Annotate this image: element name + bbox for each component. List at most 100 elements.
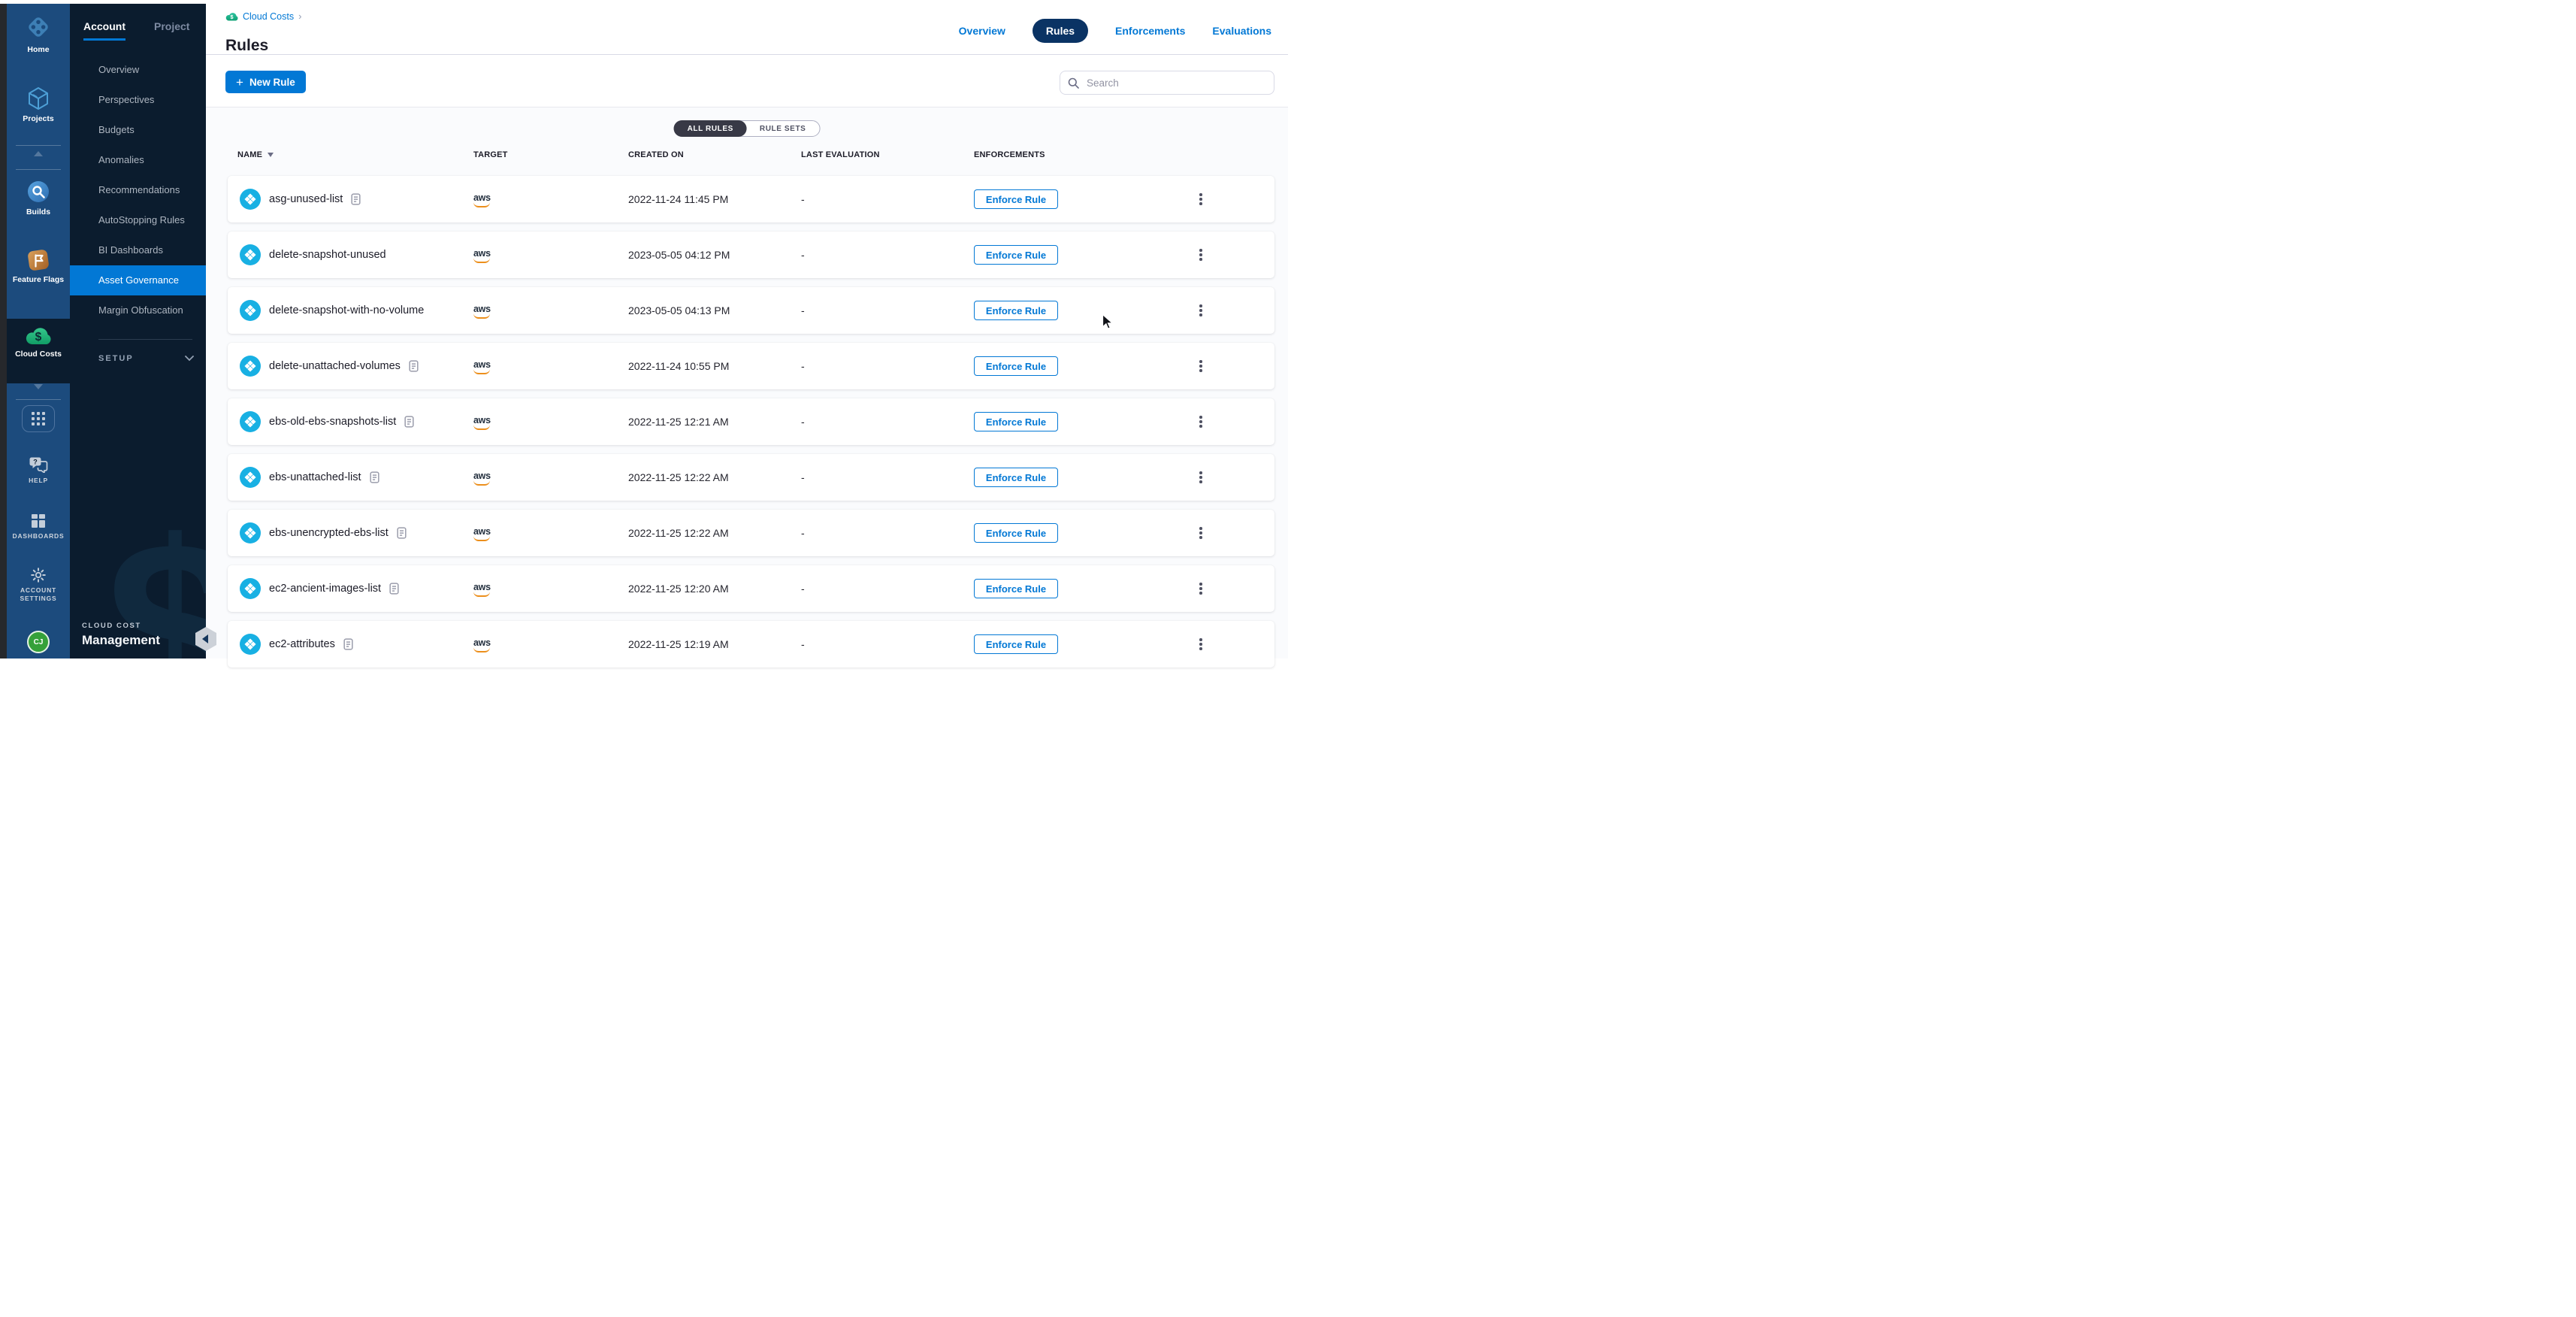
enforce-rule-button[interactable]: Enforce Rule bbox=[974, 579, 1058, 598]
table-row[interactable]: ec2-ancient-images-list aws 2022-11-25 1… bbox=[228, 565, 1274, 612]
rail-item-dashboards[interactable]: DASHBOARDS bbox=[7, 513, 70, 540]
created-on-value: 2022-11-25 12:22 AM bbox=[628, 471, 801, 483]
table-row[interactable]: delete-snapshot-with-no-volume aws 2023-… bbox=[228, 287, 1274, 334]
sidebar-item-bi-dashboards[interactable]: BI Dashboards bbox=[70, 235, 206, 265]
nav-link-enforcements[interactable]: Enforcements bbox=[1115, 25, 1185, 37]
rail-item-feature-flags[interactable]: Feature Flags bbox=[7, 249, 70, 284]
nav-link-overview[interactable]: Overview bbox=[959, 25, 1005, 37]
aws-logo-icon: aws bbox=[473, 304, 493, 319]
rule-notes-icon[interactable] bbox=[404, 416, 414, 428]
setup-label: SETUP bbox=[98, 354, 134, 363]
rule-notes-icon[interactable] bbox=[351, 193, 361, 205]
last-evaluation-value: - bbox=[801, 527, 974, 539]
rule-name: delete-snapshot-unused bbox=[269, 249, 386, 261]
sidebar-item-autostopping-rules[interactable]: AutoStopping Rules bbox=[70, 205, 206, 235]
enforce-rule-button[interactable]: Enforce Rule bbox=[974, 523, 1058, 543]
new-rule-label: New Rule bbox=[249, 77, 295, 88]
toggle-rule-sets[interactable]: RULE SETS bbox=[746, 121, 820, 136]
enforce-rule-button[interactable]: Enforce Rule bbox=[974, 301, 1058, 320]
row-menu-kebab[interactable] bbox=[1196, 359, 1206, 374]
tab-project[interactable]: Project bbox=[154, 20, 189, 41]
sidebar-item-setup[interactable]: SETUP bbox=[98, 348, 194, 369]
breadcrumb-cloud-costs-link[interactable]: Cloud Costs bbox=[243, 11, 294, 22]
nav-link-evaluations[interactable]: Evaluations bbox=[1212, 25, 1271, 37]
rail-item-label: Cloud Costs bbox=[15, 350, 62, 359]
grid-icon bbox=[32, 412, 45, 425]
nav-link-rules[interactable]: Rules bbox=[1033, 19, 1088, 43]
rail-item-help[interactable]: ? HELP bbox=[7, 456, 70, 485]
cloud-costs-icon: $ bbox=[25, 325, 52, 345]
table-row[interactable]: ec2-attributes aws 2022-11-25 12:19 AM -… bbox=[228, 621, 1274, 668]
rule-notes-icon[interactable] bbox=[343, 638, 353, 650]
row-menu-kebab[interactable] bbox=[1196, 303, 1206, 318]
tab-account[interactable]: Account bbox=[83, 20, 125, 41]
rule-notes-icon[interactable] bbox=[389, 583, 399, 595]
rail-item-projects[interactable]: Projects bbox=[7, 86, 70, 123]
created-on-value: 2022-11-25 12:20 AM bbox=[628, 583, 801, 595]
scope-tabs: Account Project bbox=[83, 20, 189, 41]
sort-caret-icon bbox=[268, 153, 274, 157]
sidebar-item-perspectives[interactable]: Perspectives bbox=[70, 85, 206, 115]
rule-notes-icon[interactable] bbox=[397, 527, 407, 539]
table-row[interactable]: ebs-unattached-list aws 2022-11-25 12:22… bbox=[228, 454, 1274, 501]
gear-icon bbox=[31, 568, 46, 583]
enforce-rule-button[interactable]: Enforce Rule bbox=[974, 245, 1058, 265]
column-header-name[interactable]: NAME bbox=[228, 150, 473, 159]
last-evaluation-value: - bbox=[801, 360, 974, 372]
enforce-rule-button[interactable]: Enforce Rule bbox=[974, 189, 1058, 209]
table-row[interactable]: asg-unused-list aws 2022-11-24 11:45 PM … bbox=[228, 176, 1274, 223]
sidebar-item-margin-obfuscation[interactable]: Margin Obfuscation bbox=[70, 295, 206, 325]
table-row[interactable]: delete-unattached-volumes aws 2022-11-24… bbox=[228, 343, 1274, 389]
rail-scroll-down[interactable] bbox=[7, 384, 70, 389]
row-menu-kebab[interactable] bbox=[1196, 637, 1206, 652]
ccm-menu: OverviewPerspectivesBudgetsAnomaliesReco… bbox=[70, 55, 206, 325]
row-menu-kebab[interactable] bbox=[1196, 470, 1206, 485]
search-input[interactable] bbox=[1085, 77, 1266, 89]
rail-scroll-up[interactable] bbox=[7, 151, 70, 156]
row-menu-kebab[interactable] bbox=[1196, 192, 1206, 207]
rule-notes-icon[interactable] bbox=[370, 471, 379, 483]
aws-logo-icon: aws bbox=[473, 527, 493, 541]
sidebar-item-asset-governance[interactable]: Asset Governance bbox=[70, 265, 206, 295]
column-header-last-evaluation: LAST EVALUATION bbox=[801, 150, 974, 159]
aws-logo-icon: aws bbox=[473, 416, 493, 430]
toggle-all-rules[interactable]: ALL RULES bbox=[674, 120, 747, 137]
table-row[interactable]: delete-snapshot-unused aws 2023-05-05 04… bbox=[228, 232, 1274, 278]
svg-text:?: ? bbox=[33, 459, 38, 466]
table-row[interactable]: ebs-old-ebs-snapshots-list aws 2022-11-2… bbox=[228, 398, 1274, 445]
last-evaluation-value: - bbox=[801, 583, 974, 595]
row-menu-kebab[interactable] bbox=[1196, 525, 1206, 540]
rail-item-account-settings[interactable]: ACCOUNT SETTINGS bbox=[7, 568, 70, 603]
enforce-rule-button[interactable]: Enforce Rule bbox=[974, 412, 1058, 431]
row-menu-kebab[interactable] bbox=[1196, 581, 1206, 596]
rule-icon bbox=[240, 634, 261, 655]
column-header-created-on: CREATED ON bbox=[628, 150, 801, 159]
row-menu-kebab[interactable] bbox=[1196, 414, 1206, 429]
breadcrumb-separator: › bbox=[298, 11, 301, 22]
enforce-rule-button[interactable]: Enforce Rule bbox=[974, 468, 1058, 487]
rule-notes-icon[interactable] bbox=[409, 360, 419, 372]
rail-item-builds[interactable]: Builds bbox=[7, 180, 70, 216]
last-evaluation-value: - bbox=[801, 471, 974, 483]
aws-logo-icon: aws bbox=[473, 193, 493, 207]
breadcrumb: $ Cloud Costs › bbox=[225, 11, 301, 22]
row-menu-kebab[interactable] bbox=[1196, 247, 1206, 262]
aws-logo-icon: aws bbox=[473, 471, 493, 486]
enforce-rule-button[interactable]: Enforce Rule bbox=[974, 634, 1058, 654]
rail-item-cloud-costs[interactable]: $ Cloud Costs bbox=[7, 319, 70, 383]
rail-item-home[interactable]: Home bbox=[7, 13, 70, 54]
sidebar-item-overview[interactable]: Overview bbox=[70, 55, 206, 85]
page-nav: Overview Rules Enforcements Evaluations bbox=[959, 19, 1271, 43]
table-row[interactable]: ebs-unencrypted-ebs-list aws 2022-11-25 … bbox=[228, 510, 1274, 556]
aws-logo-icon: aws bbox=[473, 249, 493, 263]
rail-item-label: DASHBOARDS bbox=[13, 532, 65, 540]
new-rule-button[interactable]: + New Rule bbox=[225, 71, 306, 93]
module-picker-button[interactable] bbox=[22, 405, 55, 432]
cube-icon bbox=[26, 86, 50, 111]
sidebar-item-recommendations[interactable]: Recommendations bbox=[70, 175, 206, 205]
sidebar-item-anomalies[interactable]: Anomalies bbox=[70, 145, 206, 175]
user-avatar[interactable]: CJ bbox=[27, 631, 50, 653]
enforce-rule-button[interactable]: Enforce Rule bbox=[974, 356, 1058, 376]
sidebar-item-budgets[interactable]: Budgets bbox=[70, 115, 206, 145]
rule-icon bbox=[240, 189, 261, 210]
